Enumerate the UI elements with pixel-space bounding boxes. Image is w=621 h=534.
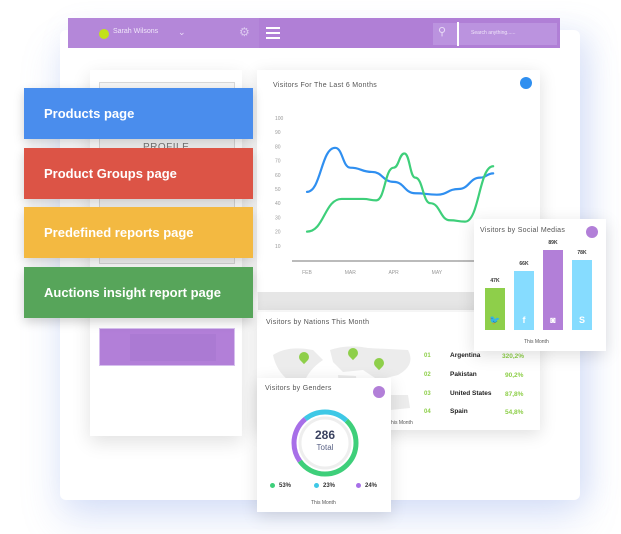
tag-predefined-reports-page[interactable]: Predefined reports page (24, 207, 253, 258)
genders-title: Visitors by Genders (265, 385, 332, 392)
placeholder-bar (258, 292, 476, 310)
legend-item: 53% (270, 483, 291, 489)
series-line-series-a (305, 146, 495, 196)
tag-products-page[interactable]: Products page (24, 88, 253, 139)
genders-footer: This Month (311, 500, 336, 506)
bar-value-label: 89K (548, 239, 558, 246)
genders-indicator-dot[interactable] (373, 386, 385, 398)
search-divider (457, 22, 459, 46)
nation-country: Pakistan (450, 371, 477, 378)
bar-value-label: 78K (577, 249, 587, 256)
gear-icon[interactable]: ⚙ (239, 25, 250, 39)
bar-value-label: 66K (519, 260, 529, 267)
legend-dot-icon (314, 483, 319, 488)
nation-country: Argentina (450, 352, 481, 359)
legend-item: 24% (356, 483, 377, 489)
legend-dot-icon (356, 483, 361, 488)
nation-pct: 87,8% (505, 391, 524, 398)
social-indicator-dot[interactable] (586, 226, 598, 238)
nation-rank: 03 (424, 391, 431, 397)
y-tick-label: 30 (275, 215, 281, 221)
x-tick-label: MAR (345, 270, 357, 276)
bar-value-label: 47K (490, 277, 500, 284)
y-tick-label: 70 (275, 159, 281, 165)
tag-product-groups-page[interactable]: Product Groups page (24, 148, 253, 199)
x-tick-label: FEB (302, 270, 312, 276)
legend-dot-icon (270, 483, 275, 488)
skype-icon: S (578, 315, 585, 325)
y-tick-label: 20 (275, 230, 281, 236)
nation-pct: 320,2% (502, 353, 525, 360)
nation-rank: 04 (424, 409, 431, 415)
y-tick-label: 100 (275, 116, 284, 122)
nation-country: Spain (450, 408, 468, 415)
y-tick-label: 80 (275, 144, 281, 150)
x-tick-label: APR (388, 270, 399, 276)
series-line-series-b (305, 152, 495, 233)
search-icon[interactable]: ⚲ (438, 25, 446, 38)
x-tick-label: MAY (432, 270, 443, 276)
facebook-icon: f (522, 315, 526, 325)
nations-footer: This Month (388, 420, 413, 426)
y-tick-label: 10 (275, 244, 281, 250)
social-title: Visitors by Social Medias (480, 227, 566, 234)
legend-label: 24% (365, 483, 378, 490)
nations-title: Visitors by Nations This Month (266, 319, 370, 326)
genders-total: 286 (314, 428, 336, 442)
nation-country: United States (450, 390, 492, 397)
legend-item: 23% (314, 483, 335, 489)
nation-rank: 02 (424, 372, 431, 378)
twitter-icon: 🐦 (489, 315, 501, 325)
nation-pct: 90,2% (505, 372, 524, 379)
user-status-dot-icon (99, 29, 109, 39)
y-tick-label: 50 (275, 187, 281, 193)
chevron-down-icon[interactable]: ⌄ (178, 27, 186, 38)
hamburger-icon[interactable] (266, 27, 280, 39)
social-footer: This Month (524, 339, 549, 345)
instagram-icon: ◙ (550, 315, 556, 325)
y-tick-label: 90 (275, 130, 281, 136)
dashboard-showcase: Sarah Wilsons ⌄ ⚙ ⚲ Search anything.....… (0, 0, 621, 534)
legend-label: 53% (279, 483, 292, 490)
nation-pct: 54,8% (505, 409, 524, 416)
genders-total-label: Total (316, 443, 334, 452)
tag-auctions-insight-report-page[interactable]: Auctions insight report page (24, 267, 253, 318)
legend-label: 23% (323, 483, 336, 490)
profile-button-inner (130, 334, 216, 361)
user-name[interactable]: Sarah Wilsons (113, 28, 158, 35)
y-tick-label: 60 (275, 173, 281, 179)
search-input[interactable]: Search anything...... (471, 30, 515, 36)
y-tick-label: 40 (275, 201, 281, 207)
nation-rank: 01 (424, 353, 431, 359)
